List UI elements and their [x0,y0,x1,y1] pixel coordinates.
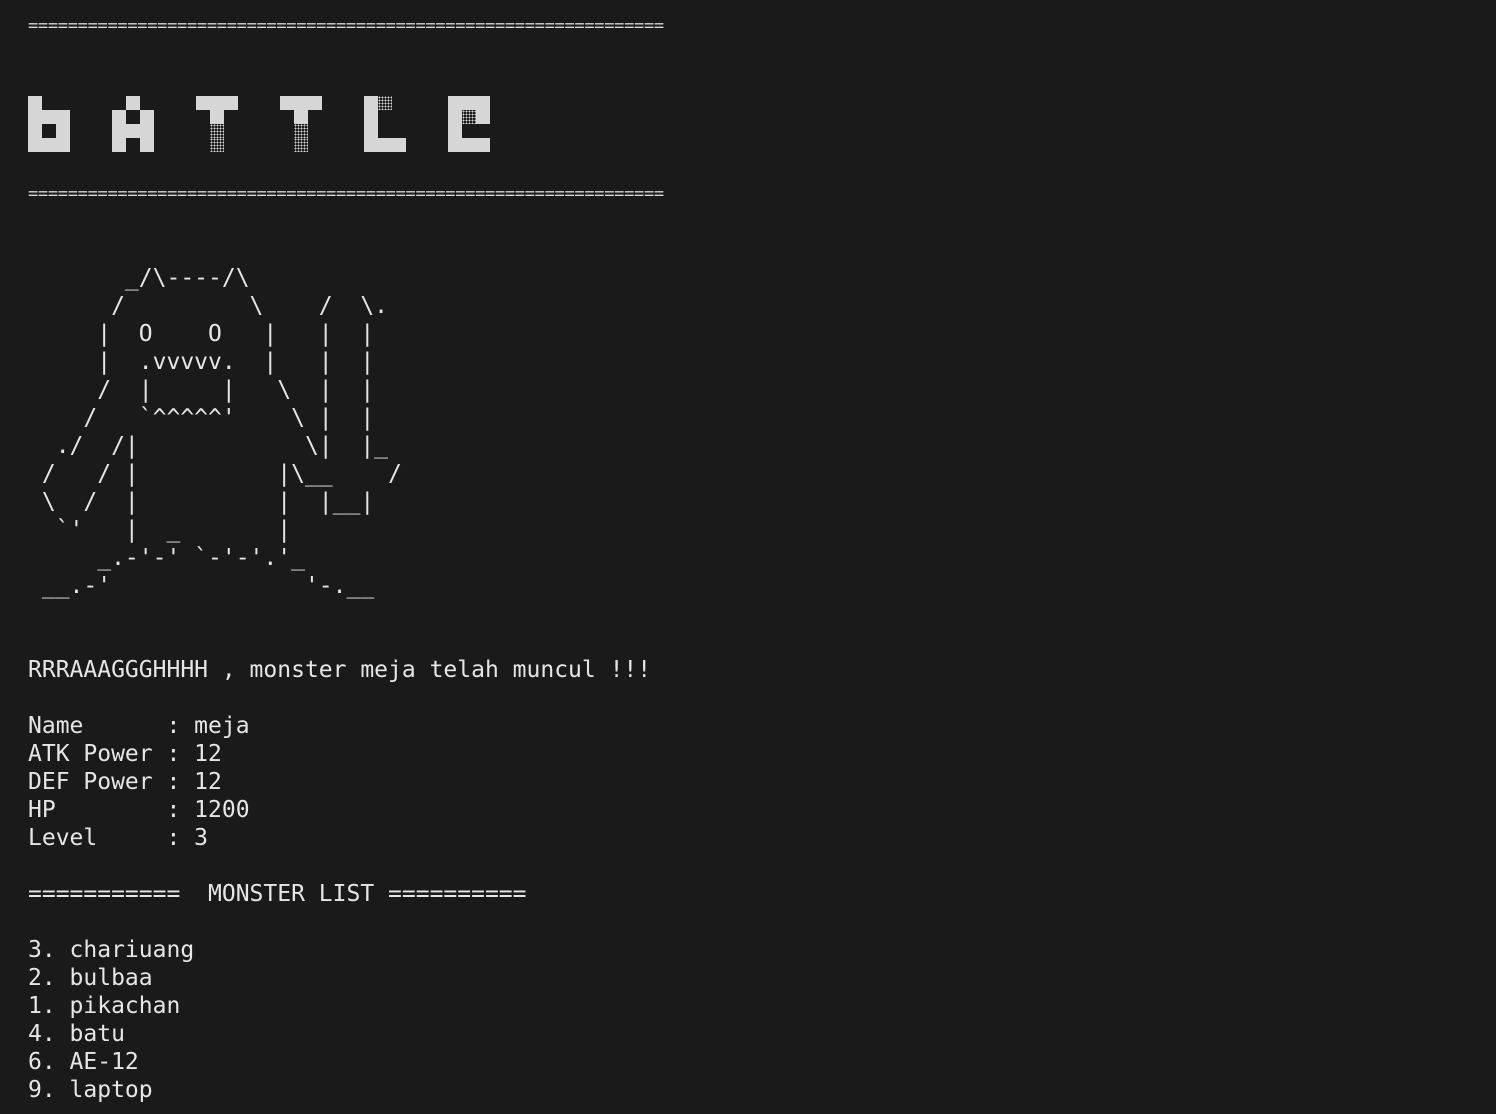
monster-list-header: =========== MONSTER LIST ========== [28,881,527,907]
list-item: 3. chariuang [28,937,195,963]
stat-value: 12 [194,741,222,767]
list-item: 2. bulbaa [28,965,153,991]
terminal-window: ========================================… [0,0,1496,1114]
list-item: 9. laptop [28,1077,153,1103]
top-rule: ========================================… [28,16,664,36]
stat-def: DEF Power : 12 [28,769,222,795]
stat-label: Level [28,825,153,851]
stat-label: ATK Power [28,741,153,767]
stat-label: DEF Power [28,769,153,795]
monster-ascii-art: _/\----/\ / \ / \. | O O | | | | .vvvvv.… [41,265,402,599]
stat-hp: HP : 1200 [28,797,250,823]
announcement-text: RRRAAAGGGHHHH , monster meja telah muncu… [28,657,652,683]
stat-label: Name [28,713,153,739]
stat-value: 3 [194,825,209,851]
battle-banner [28,96,490,152]
stat-atk: ATK Power : 12 [28,741,222,767]
banner-letter-b [28,96,70,152]
banner-letter-e [448,96,490,152]
stat-value: 1200 [194,797,250,823]
banner-letter-a [112,96,154,152]
stat-value: 12 [194,769,222,795]
stat-value: meja [194,713,250,739]
stat-level: Level : 3 [28,825,209,851]
stat-label: HP [28,797,153,823]
banner-letter-t1 [196,96,238,152]
bottom-rule: ========================================… [28,184,664,204]
banner-letter-l [364,96,406,152]
list-item: 4. batu [28,1021,125,1047]
banner-letter-t2 [280,96,322,152]
stat-name: Name : meja [28,713,250,739]
list-item: 1. pikachan [28,993,181,1019]
list-item: 6. AE-12 [28,1049,139,1075]
